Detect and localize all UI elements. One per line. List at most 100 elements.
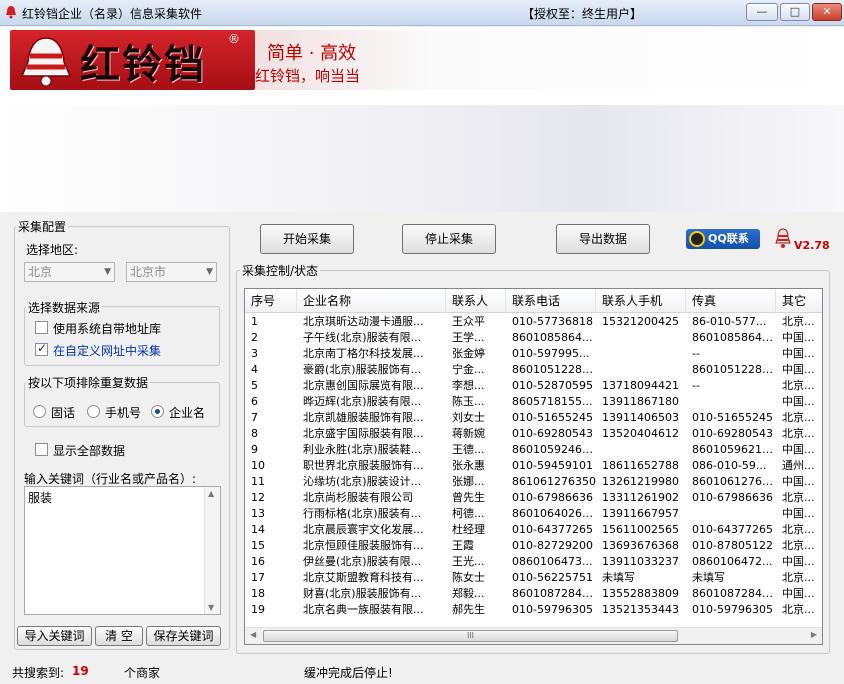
table-cell: 086-010-59...	[692, 459, 767, 472]
table-cell	[596, 362, 686, 378]
source-custom-label[interactable]: 在自定义网址中采集	[53, 342, 161, 359]
export-data-button[interactable]: 导出数据	[556, 224, 650, 254]
table-row[interactable]: 11 沁缘坊(北京)服装设计... 张娜... 861061276350 1326121…	[245, 474, 822, 490]
save-keywords-button[interactable]: 保存关键词	[146, 626, 221, 646]
table-row[interactable]: 3 北京南丁格尔科技发展... 张金婷 010-597995... -- 中国...	[245, 346, 822, 362]
table-cell: 中国...	[782, 587, 815, 600]
table-row[interactable]: 10 职世界北京服装服饰有... 张永惠 010-59459101 1861165278…	[245, 458, 822, 474]
table-row[interactable]: 2 子午线(北京)服装有限... 王学... 8601085864... 8601085…	[245, 330, 822, 346]
close-button[interactable]: ✕	[812, 3, 842, 21]
title-bar: 红铃铛企业（名录）信息采集软件 【授权至：终生用户】 — □ ✕	[0, 0, 844, 26]
table-cell: 010-59459101	[512, 459, 593, 472]
table-cell	[596, 346, 686, 362]
scrollbar-thumb[interactable]: III	[263, 630, 678, 642]
table-cell: 8601051228278	[692, 363, 776, 376]
banner: 红铃铛 ® 简单 · 高效 红铃铛，响当当	[0, 27, 844, 212]
clear-keywords-button[interactable]: 清 空	[95, 626, 143, 646]
table-cell: 沁缘坊(北京)服装设计...	[303, 475, 422, 488]
dedup-company-radio[interactable]	[151, 405, 164, 418]
column-header[interactable]: 联系电话	[506, 289, 596, 313]
scroll-up-icon[interactable]: ▲	[208, 489, 214, 498]
table-row[interactable]: 12 北京尚杉服装有限公司 曾先生 010-67986636 13311261902 01…	[245, 490, 822, 506]
table-row[interactable]: 13 行雨标格(北京)服装有... 柯德... 8601064026001 139116…	[245, 506, 822, 522]
source-custom-checkbox[interactable]	[35, 341, 48, 356]
table-cell: 1	[251, 315, 258, 328]
keyword-textarea[interactable]: 服装 ▲ ▼	[24, 486, 221, 615]
column-header[interactable]: 序号	[245, 289, 297, 313]
import-keywords-button[interactable]: 导入关键词	[17, 626, 92, 646]
table-cell: 杜经理	[452, 523, 485, 536]
table-row[interactable]: 14 北京晨辰寰宇文化发展... 杜经理 010-64377265 1561100256…	[245, 522, 822, 538]
maximize-button[interactable]: □	[780, 3, 810, 21]
column-header[interactable]: 联系人	[446, 289, 506, 313]
table-cell: 8601085864...	[512, 331, 593, 344]
table-row[interactable]: 16 伊丝曼(北京)服装有限... 王光... 0860106473... 139110…	[245, 554, 822, 570]
dedup-group-title: 按以下项排除重复数据	[26, 374, 151, 391]
dedup-mobile-radio[interactable]	[87, 405, 100, 418]
table-row[interactable]: 17 北京艾斯盟教育科技有... 陈女士 010-56225751 未填写 未填写 北京..…	[245, 570, 822, 586]
table-row[interactable]: 18 财喜(北京)服装服饰有... 郑毅... 8601087284611 135528…	[245, 586, 822, 602]
region-label: 选择地区:	[26, 243, 79, 257]
table-cell: 8601061276395	[692, 475, 776, 488]
table-row[interactable]: 7 北京凯雄服装服饰有限... 刘女士 010-51655245 13911406503…	[245, 410, 822, 426]
start-collect-button[interactable]: 开始采集	[260, 224, 354, 254]
table-cell: 19	[251, 603, 265, 616]
table-row[interactable]: 4 豪爵(北京)服装服饰有... 宁金... 8601051228284 8601051…	[245, 362, 822, 378]
results-table[interactable]: 序号 企业名称 联系人 联系电话 联系人手机 传真 其它 1 北京琪昕达动漫卡通服... 王众平…	[244, 288, 823, 645]
column-header[interactable]: 联系人手机	[596, 289, 686, 313]
source-system-checkbox[interactable]	[35, 321, 48, 334]
table-cell: 13521353443	[602, 603, 679, 616]
table-cell: 5	[251, 379, 258, 392]
source-group-title: 选择数据来源	[26, 299, 103, 316]
minimize-button[interactable]: —	[746, 3, 778, 21]
column-header[interactable]: 企业名称	[297, 289, 446, 313]
show-all-label[interactable]: 显示全部数据	[53, 442, 125, 459]
table-cell: 13520404612	[602, 427, 679, 440]
table-row[interactable]: 9 利业永胜(北京)服装鞋... 王德... 8601059246389 8601059…	[245, 442, 822, 458]
province-select[interactable]: 北京 ▼	[24, 262, 115, 282]
horizontal-scrollbar[interactable]: ◀ III ▶	[245, 627, 822, 644]
table-cell: 15	[251, 539, 265, 552]
table-cell: 17	[251, 571, 265, 584]
stop-collect-button[interactable]: 停止采集	[402, 224, 496, 254]
dedup-mobile-label[interactable]: 手机号	[105, 404, 141, 421]
table-row[interactable]: 8 北京盛宇国际服装有限... 蒋新婉 010-69280543 13520404612…	[245, 426, 822, 442]
table-row[interactable]: 15 北京恒顾佳服装服饰有... 王霞 010-82729200 13693676368…	[245, 538, 822, 554]
scroll-down-icon[interactable]: ▼	[208, 603, 214, 612]
table-row[interactable]: 1 北京琪昕达动漫卡通服... 王众平 010-57736818 15321200425…	[245, 314, 822, 330]
table-cell: 8601085864071	[692, 331, 776, 344]
table-cell: 13911406503	[602, 411, 679, 424]
column-header[interactable]: 传真	[686, 289, 776, 313]
status-message: 缓冲完成后停止!	[304, 666, 393, 680]
table-row[interactable]: 5 北京惠创国际展览有限... 李想... 010-52870595 137180944…	[245, 378, 822, 394]
table-cell: 北京...	[782, 315, 815, 328]
dedup-phone-radio[interactable]	[33, 405, 46, 418]
chevron-down-icon: ▼	[206, 267, 213, 277]
logo-text: 红铃铛	[80, 41, 206, 88]
dedup-phone-label[interactable]: 固话	[51, 404, 75, 421]
keyword-scrollbar[interactable]: ▲ ▼	[204, 487, 220, 614]
source-system-label[interactable]: 使用系统自带地址库	[53, 320, 161, 337]
column-header[interactable]: 其它	[776, 289, 822, 313]
table-cell: 行雨标格(北京)服装有...	[303, 507, 422, 520]
table-cell: 010-64377265	[692, 523, 773, 536]
city-select[interactable]: 北京市 ▼	[126, 262, 217, 282]
qq-contact-button[interactable]: QQ联系	[686, 229, 760, 249]
scroll-right-icon[interactable]: ▶	[811, 630, 817, 639]
city-value: 北京市	[130, 265, 167, 279]
table-row[interactable]: 6 晔迈辉(北京)服装有限... 陈玉... 8605718155... 1391186…	[245, 394, 822, 410]
table-row[interactable]: 19 北京名典一族服装有限... 郝先生 010-59796305 1352135344…	[245, 602, 822, 618]
table-cell: 张金婷	[452, 347, 485, 360]
table-cell: 中国...	[782, 347, 815, 360]
scroll-left-icon[interactable]: ◀	[250, 630, 256, 639]
table-cell: 8601064026001	[512, 507, 596, 520]
dedup-company-label[interactable]: 企业名	[169, 404, 205, 421]
found-unit: 个商家	[124, 666, 161, 680]
table-cell: 中国...	[782, 331, 815, 344]
table-cell: 北京尚杉服装有限公司	[303, 491, 413, 504]
table-cell: 010-59796305	[692, 603, 773, 616]
table-cell: 王德...	[452, 443, 485, 456]
table-cell: 陈女士	[452, 571, 485, 584]
show-all-checkbox[interactable]	[35, 443, 48, 456]
table-cell: 8605718155...	[512, 395, 593, 408]
